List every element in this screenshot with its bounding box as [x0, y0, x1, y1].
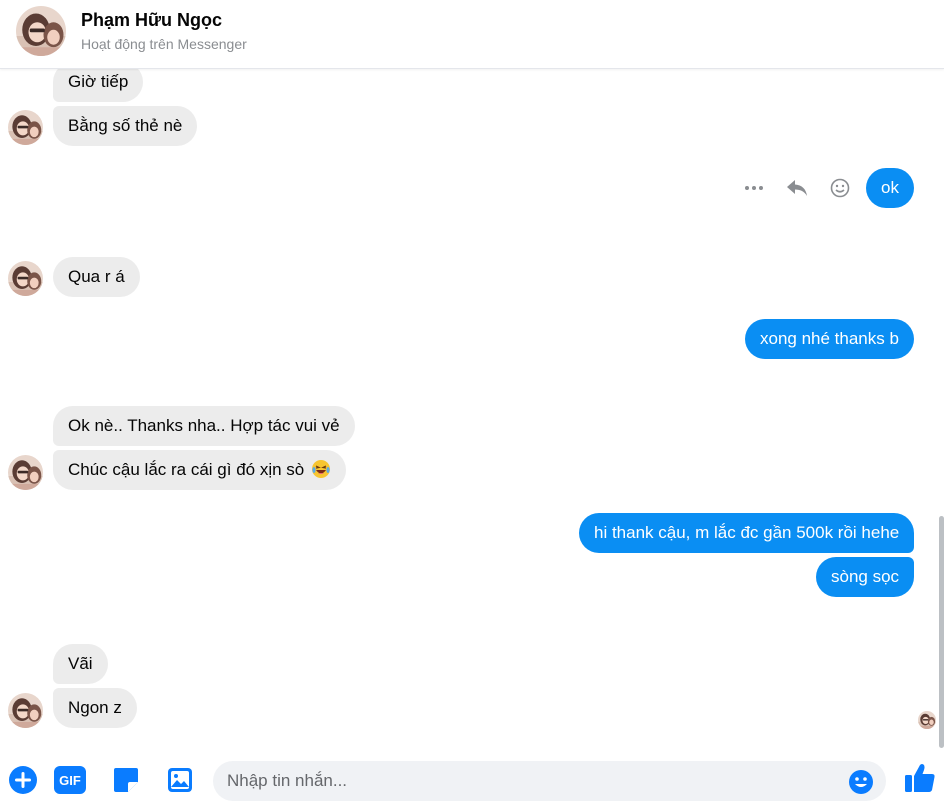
seen-receipt-avatar: [918, 711, 936, 729]
message-bubble-incoming[interactable]: Vãi: [53, 644, 108, 684]
message-bubble-incoming[interactable]: Bằng số thẻ nè: [53, 106, 198, 146]
reply-icon[interactable]: [785, 176, 809, 200]
message-composer: GIF: [0, 752, 944, 801]
sender-avatar[interactable]: [8, 261, 43, 296]
emoji-picker-icon[interactable]: [848, 769, 874, 795]
message-bubble-incoming[interactable]: Ngon z: [53, 688, 137, 728]
laughing-with-tears-emoji: [311, 460, 330, 478]
sender-avatar[interactable]: [8, 693, 43, 728]
message-bubble-outgoing[interactable]: hi thank cậu, m lắc đc gần 500k rồi hehe: [579, 513, 915, 553]
message-bubble-incoming[interactable]: Qua r á: [53, 257, 140, 297]
add-icon[interactable]: [7, 764, 39, 796]
message-text: Chúc cậu lắc ra cái gì đó xịn sò: [68, 460, 305, 479]
contact-avatar[interactable]: [16, 6, 66, 56]
sticker-icon[interactable]: [110, 764, 142, 796]
gif-icon[interactable]: GIF: [54, 764, 86, 796]
thumbs-up-icon[interactable]: [902, 760, 938, 796]
message-input[interactable]: [227, 761, 827, 801]
message-bubble-incoming[interactable]: Chúc cậu lắc ra cái gì đó xịn sò: [53, 450, 346, 490]
message-bubble-outgoing[interactable]: xong nhé thanks b: [745, 319, 914, 359]
message-actions: [742, 176, 854, 200]
contact-name[interactable]: Phạm Hữu Ngọc: [81, 10, 222, 31]
message-bubble-outgoing[interactable]: sòng sọc: [816, 557, 915, 597]
message-bubble-outgoing[interactable]: ok: [866, 168, 914, 208]
react-smiley-icon[interactable]: [828, 176, 852, 200]
message-input-container: [213, 761, 886, 801]
sender-avatar[interactable]: [8, 110, 43, 145]
scrollbar-thumb[interactable]: [939, 516, 944, 748]
svg-text:GIF: GIF: [59, 773, 81, 788]
message-bubble-incoming[interactable]: Ok nè.. Thanks nha.. Hợp tác vui vẻ: [53, 406, 355, 446]
sender-avatar[interactable]: [8, 455, 43, 490]
more-options-icon[interactable]: [742, 176, 766, 200]
contact-status: Hoạt động trên Messenger: [81, 36, 247, 52]
conversation-header: Phạm Hữu Ngọc Hoạt động trên Messenger: [0, 0, 944, 69]
photo-icon[interactable]: [164, 764, 196, 796]
